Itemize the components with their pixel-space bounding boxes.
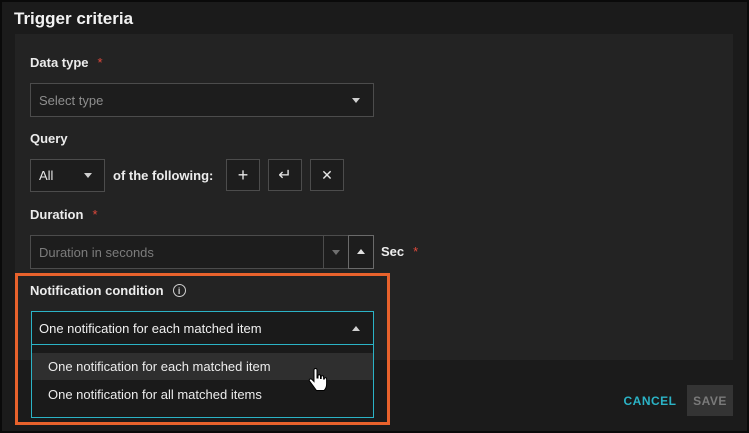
data-type-placeholder: Select type <box>39 92 104 108</box>
duration-required-mark: * <box>92 207 98 222</box>
duration-label: Duration * <box>30 207 98 222</box>
add-group-button[interactable]: ↵ <box>268 159 302 191</box>
chevron-up-icon <box>352 326 360 331</box>
dialog-title: Trigger criteria <box>14 9 134 28</box>
hand-cursor-icon <box>308 368 328 391</box>
cancel-button[interactable]: CANCEL <box>622 387 678 415</box>
chevron-down-icon <box>352 98 360 103</box>
clear-query-button[interactable]: ✕ <box>310 159 344 191</box>
data-type-label: Data type * <box>30 55 103 70</box>
query-scope-value: All <box>39 168 54 183</box>
query-label: Query <box>30 131 68 146</box>
chevron-down-icon <box>332 250 340 255</box>
data-type-select[interactable]: Select type <box>30 83 374 117</box>
notification-condition-select[interactable]: One notification for each matched item <box>31 311 374 345</box>
data-type-label-text: Data type <box>30 55 89 70</box>
duration-unit-label: Sec <box>381 244 405 259</box>
chevron-down-icon <box>84 173 92 178</box>
plus-icon: + <box>237 164 249 185</box>
duration-decrement-button[interactable] <box>323 235 349 269</box>
duration-unit-required-mark: * <box>413 244 419 259</box>
menu-option-label: One notification for each matched item <box>48 359 271 374</box>
notification-condition-value: One notification for each matched item <box>39 320 262 336</box>
enter-icon: ↵ <box>278 167 292 184</box>
close-icon: ✕ <box>321 166 333 183</box>
duration-unit: Sec * <box>381 244 418 259</box>
of-following-text: of the following: <box>113 168 214 183</box>
duration-placeholder: Duration in seconds <box>39 244 154 260</box>
duration-input[interactable]: Duration in seconds <box>30 235 325 269</box>
duration-increment-button[interactable] <box>348 235 374 269</box>
trigger-criteria-dialog: Trigger criteria Data type * Select type … <box>0 0 749 433</box>
save-button[interactable]: SAVE <box>687 385 733 416</box>
add-condition-button[interactable]: + <box>226 159 260 191</box>
chevron-up-icon <box>357 249 365 254</box>
duration-label-text: Duration <box>30 207 84 222</box>
data-type-required-mark: * <box>97 55 103 70</box>
menu-option-label: One notification for all matched items <box>48 387 262 402</box>
query-scope-select[interactable]: All <box>30 159 105 192</box>
